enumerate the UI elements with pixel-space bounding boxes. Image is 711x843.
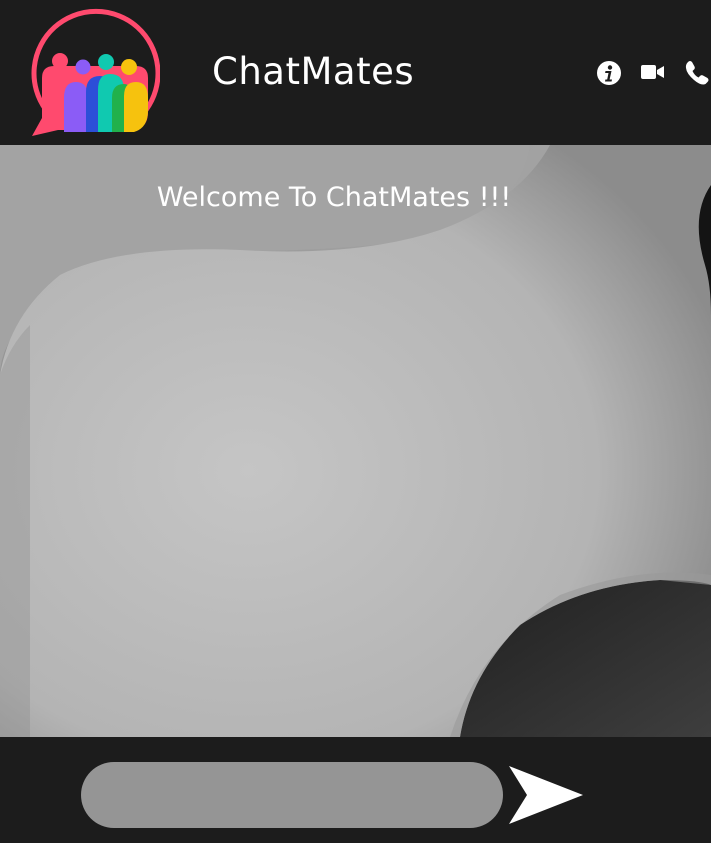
app-title: ChatMates — [212, 50, 415, 93]
chat-area: Welcome To ChatMates !!! — [0, 145, 711, 737]
send-button[interactable] — [505, 762, 587, 826]
video-icon[interactable] — [641, 63, 665, 89]
message-composer — [0, 737, 711, 843]
send-arrow-icon — [509, 766, 583, 824]
chatmates-logo — [28, 6, 161, 138]
message-input[interactable] — [81, 762, 503, 828]
chat-background — [0, 145, 711, 737]
info-icon[interactable] — [596, 60, 622, 86]
phone-icon[interactable] — [683, 60, 711, 86]
app-header: ChatMates — [0, 0, 711, 145]
welcome-message: Welcome To ChatMates !!! — [156, 182, 512, 213]
